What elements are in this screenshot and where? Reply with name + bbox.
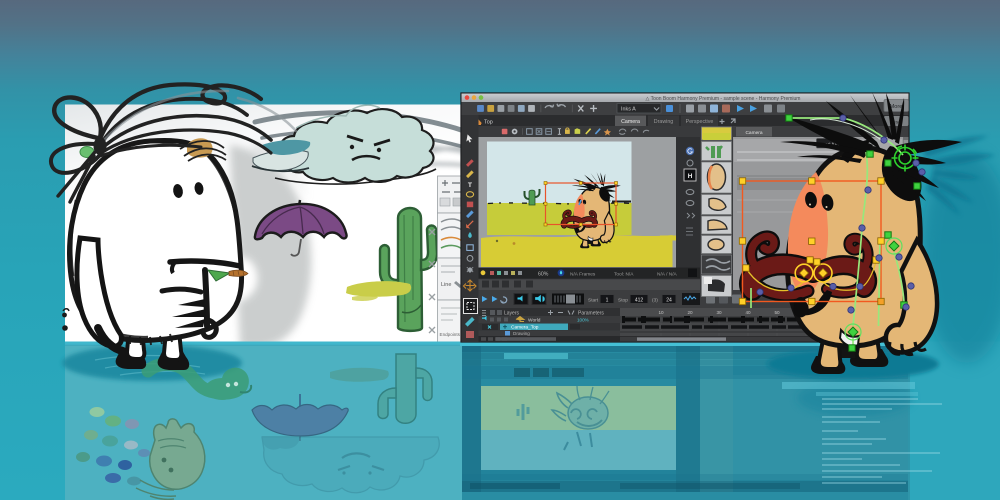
svg-text:N/A / N/A: N/A / N/A <box>657 272 678 278</box>
svg-text:50: 50 <box>774 310 780 315</box>
svg-text:World: World <box>528 318 541 324</box>
svg-text:Drawing: Drawing <box>513 331 530 336</box>
svg-text:△ Toon Boom Harmony Premium -: △ Toon Boom Harmony Premium - sample sce… <box>646 96 801 102</box>
svg-text:20: 20 <box>687 310 693 315</box>
svg-text:24: 24 <box>666 297 672 303</box>
svg-text:Top: Top <box>484 120 493 126</box>
svg-text:40: 40 <box>745 310 751 315</box>
svg-text:H: H <box>688 173 693 180</box>
svg-text:(3): (3) <box>652 297 658 303</box>
svg-text:Camera: Camera <box>745 130 762 136</box>
svg-text:Start: Start <box>588 297 599 303</box>
svg-text:Camera_Top: Camera_Top <box>511 325 539 331</box>
svg-text:60%: 60% <box>538 272 549 278</box>
svg-text:Tool: N/A: Tool: N/A <box>614 272 634 278</box>
svg-text:Drawing: Drawing <box>654 119 673 125</box>
svg-text:N/A Frames: N/A Frames <box>570 272 596 278</box>
svg-text:Layers: Layers <box>504 310 520 316</box>
svg-text:412: 412 <box>635 297 644 303</box>
svg-text:Perspective: Perspective <box>686 119 714 125</box>
svg-text:10: 10 <box>658 310 664 315</box>
svg-text:Camera: Camera <box>621 119 640 125</box>
svg-text:Line: Line <box>441 282 451 288</box>
svg-text:Stop: Stop <box>618 297 628 303</box>
svg-text:Parameters: Parameters <box>578 310 604 316</box>
svg-text:Inks A: Inks A <box>621 107 636 113</box>
svg-text:100%: 100% <box>577 318 589 323</box>
svg-text:1: 1 <box>606 297 609 303</box>
svg-text:Endpoints: Endpoints <box>440 332 461 337</box>
svg-text:30: 30 <box>716 310 722 315</box>
